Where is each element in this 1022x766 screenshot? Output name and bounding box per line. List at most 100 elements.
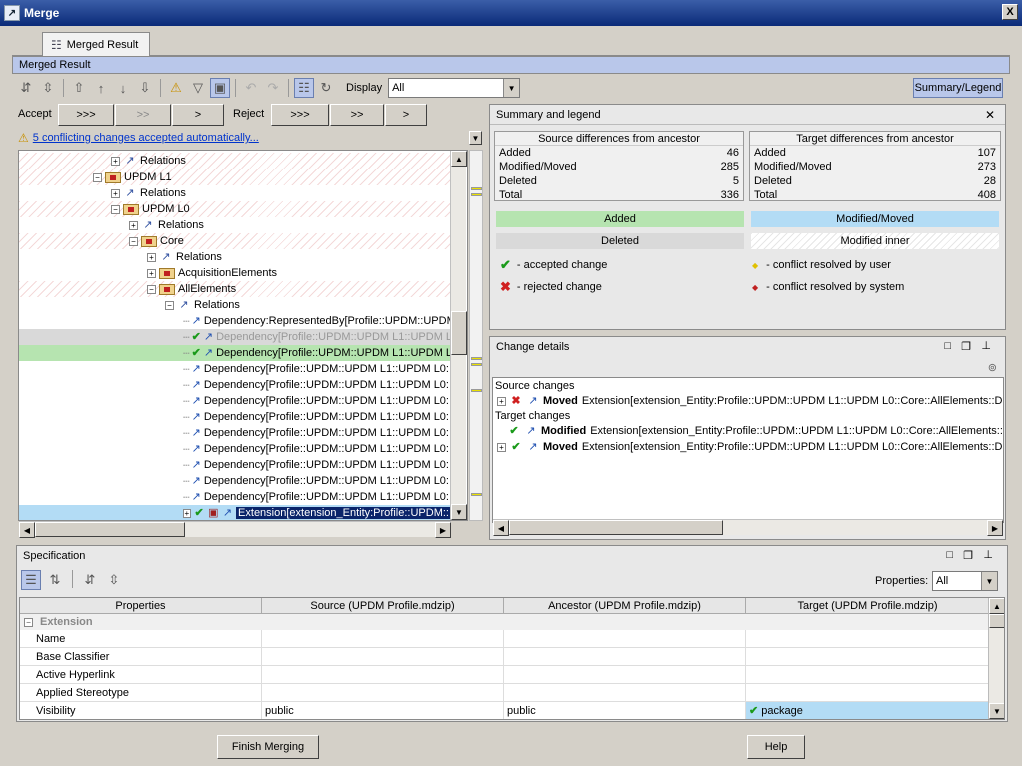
spec-column-header[interactable]: Source (UPDM Profile.mdzip) [262, 598, 504, 614]
table-cell[interactable]: public [262, 702, 504, 719]
display-select[interactable]: All ▼ [388, 78, 521, 98]
collapse-toggle-button[interactable]: ▼ [469, 131, 482, 145]
collapse-icon[interactable]: − [111, 204, 120, 214]
spec-column-header[interactable]: Ancestor (UPDM Profile.mdzip) [504, 598, 746, 614]
tree-row[interactable]: ┄ ↗ Dependency[Profile::UPDM::UPDM L1::UPD… [19, 361, 460, 377]
summary-legend-button[interactable]: Summary/Legend [913, 78, 1003, 98]
collapse-icon[interactable]: − [24, 617, 33, 627]
expand-icon[interactable]: + [147, 268, 156, 278]
undo-icon[interactable]: ↶ [241, 78, 261, 98]
tree-vertical-scrollbar[interactable]: ▲ ▼ [450, 151, 467, 520]
table-cell[interactable] [504, 666, 746, 684]
help-button[interactable]: Help [747, 735, 805, 759]
tree-row[interactable]: ┄ ✔ ↗ Dependency[Profile::UPDM::UPDM L1::UP… [19, 329, 452, 345]
accept-one-button[interactable]: > [172, 104, 224, 126]
conflict-warning-icon[interactable]: ⚠ [166, 78, 186, 98]
table-row[interactable]: Base Classifier [20, 648, 990, 666]
scroll-thumb[interactable] [35, 522, 185, 537]
tree-row[interactable]: + ↗ Relations [19, 249, 451, 265]
table-cell[interactable] [504, 630, 746, 648]
expand-icon[interactable]: + [111, 156, 120, 166]
expand-icon[interactable]: + [129, 220, 138, 230]
table-cell[interactable] [262, 648, 504, 666]
scroll-up-icon[interactable]: ▲ [989, 598, 1004, 614]
table-row[interactable]: Active Hyperlink [20, 666, 990, 684]
tree-row[interactable]: + ↗ Relations [19, 185, 451, 201]
collapse-icon[interactable]: − [93, 172, 102, 182]
tree-row[interactable]: ┄ ↗ Dependency[Profile::UPDM::UPDM L1::UPD… [19, 441, 460, 457]
collapse-icon[interactable]: − [147, 284, 156, 294]
reject-all-button[interactable]: >>> [271, 104, 329, 126]
accept-all-button[interactable]: >>> [58, 104, 114, 126]
change-detail-row[interactable]: + ✖ ↗ Moved Extension[extension_Entity:Profi… [497, 395, 1003, 407]
layout-toggle-icon[interactable]: ▣ [210, 78, 230, 98]
finish-merging-button[interactable]: Finish Merging [217, 735, 319, 759]
table-cell[interactable] [746, 684, 990, 702]
conflict-link[interactable]: 5 conflicting changes accepted automatic… [33, 132, 259, 144]
last-change-icon[interactable]: ⇩ [135, 78, 155, 98]
tree-row[interactable]: − ↗ Relations [19, 297, 451, 313]
tree-row[interactable]: ┄ ↗ Dependency[Profile::UPDM::UPDM L1::UPD… [19, 473, 460, 489]
tree-row[interactable]: ┄ ↗ Dependency[Profile::UPDM::UPDM L1::UPD… [19, 425, 460, 441]
table-row[interactable]: Visibility public public ✔ package [20, 702, 990, 719]
collapse-all-icon[interactable]: ⇳ [38, 78, 58, 98]
table-row[interactable]: Name [20, 630, 990, 648]
table-cell[interactable] [746, 630, 990, 648]
expand-icon[interactable]: + [111, 188, 120, 198]
table-cell[interactable] [504, 648, 746, 666]
spec-column-header[interactable]: Target (UPDM Profile.mdzip) [746, 598, 990, 614]
scroll-right-icon[interactable]: ▶ [435, 522, 451, 538]
window-close-button[interactable]: X [1002, 4, 1018, 20]
expand-icon[interactable]: + [183, 508, 191, 518]
scroll-up-icon[interactable]: ▲ [451, 151, 467, 167]
scroll-thumb[interactable] [989, 614, 1004, 628]
redo-icon[interactable]: ↷ [263, 78, 283, 98]
collapse-all-icon[interactable]: ⇳ [104, 570, 124, 590]
minimize-icon[interactable]: □ [946, 549, 953, 561]
tree-row[interactable]: ┄ ↗ Dependency[Profile::UPDM::UPDM L1::UPD… [19, 393, 460, 409]
scroll-thumb[interactable] [509, 520, 723, 535]
table-cell[interactable] [504, 684, 746, 702]
details-horizontal-scrollbar[interactable]: ◀ ▶ [493, 519, 1003, 536]
close-icon[interactable]: ✕ [985, 108, 995, 122]
accept-some-button[interactable]: >> [115, 104, 171, 126]
change-detail-row[interactable]: + ✔ ↗ Moved Extension[extension_Entity:Profi… [497, 441, 1003, 453]
reject-some-button[interactable]: >> [330, 104, 384, 126]
table-cell[interactable]: public [504, 702, 746, 719]
table-cell[interactable] [746, 648, 990, 666]
tree-row[interactable]: + ✔ ▣ ↗ Extension[extension_Entity:Profile::… [19, 505, 451, 520]
categorized-view-icon[interactable]: ☰ [21, 570, 41, 590]
tree-row[interactable]: ┄ ↗ Dependency[Profile::UPDM::UPDM L1::UPD… [19, 457, 460, 473]
minimize-icon[interactable]: □ [944, 340, 951, 352]
tree-row[interactable]: + AcquisitionElements [19, 265, 451, 281]
collapse-icon[interactable]: − [165, 300, 174, 310]
scroll-left-icon[interactable]: ◀ [19, 522, 35, 538]
scroll-thumb[interactable] [451, 311, 467, 355]
spec-column-header[interactable]: Properties [20, 598, 262, 614]
tree-row[interactable]: − Core [19, 233, 451, 249]
table-cell[interactable] [262, 666, 504, 684]
tree-row[interactable]: + ↗ Relations [19, 153, 451, 169]
tree-row[interactable]: + ↗ Relations [19, 217, 451, 233]
change-marker-strip[interactable] [469, 150, 483, 521]
table-cell[interactable] [746, 666, 990, 684]
tree-row[interactable]: − UPDM L1 [19, 169, 451, 185]
first-change-icon[interactable]: ⇧ [69, 78, 89, 98]
properties-filter-select[interactable]: All ▼ [932, 571, 998, 591]
previous-change-icon[interactable]: ↑ [91, 78, 111, 98]
spec-vertical-scrollbar[interactable]: ▲ ▼ [988, 598, 1004, 719]
scroll-left-icon[interactable]: ◀ [493, 520, 509, 536]
sort-alphabetical-icon[interactable]: ⇅ [45, 570, 65, 590]
reject-one-button[interactable]: > [385, 104, 427, 126]
tree-row[interactable]: − AllElements [19, 281, 451, 297]
expand-icon[interactable]: + [497, 396, 506, 406]
next-change-icon[interactable]: ↓ [113, 78, 133, 98]
tree-horizontal-scrollbar[interactable]: ◀ ▶ [19, 521, 451, 538]
collapse-icon[interactable]: − [129, 236, 138, 246]
change-detail-row[interactable]: ✔ ↗ Modified Extension[extension_Entity:Pro… [507, 425, 1002, 437]
expand-icon[interactable]: + [147, 252, 156, 262]
tree-view-icon[interactable]: ☷ [294, 78, 314, 98]
pin-icon[interactable]: ⊥ [981, 339, 991, 352]
table-row[interactable]: Applied Stereotype [20, 684, 990, 702]
table-cell[interactable] [262, 630, 504, 648]
